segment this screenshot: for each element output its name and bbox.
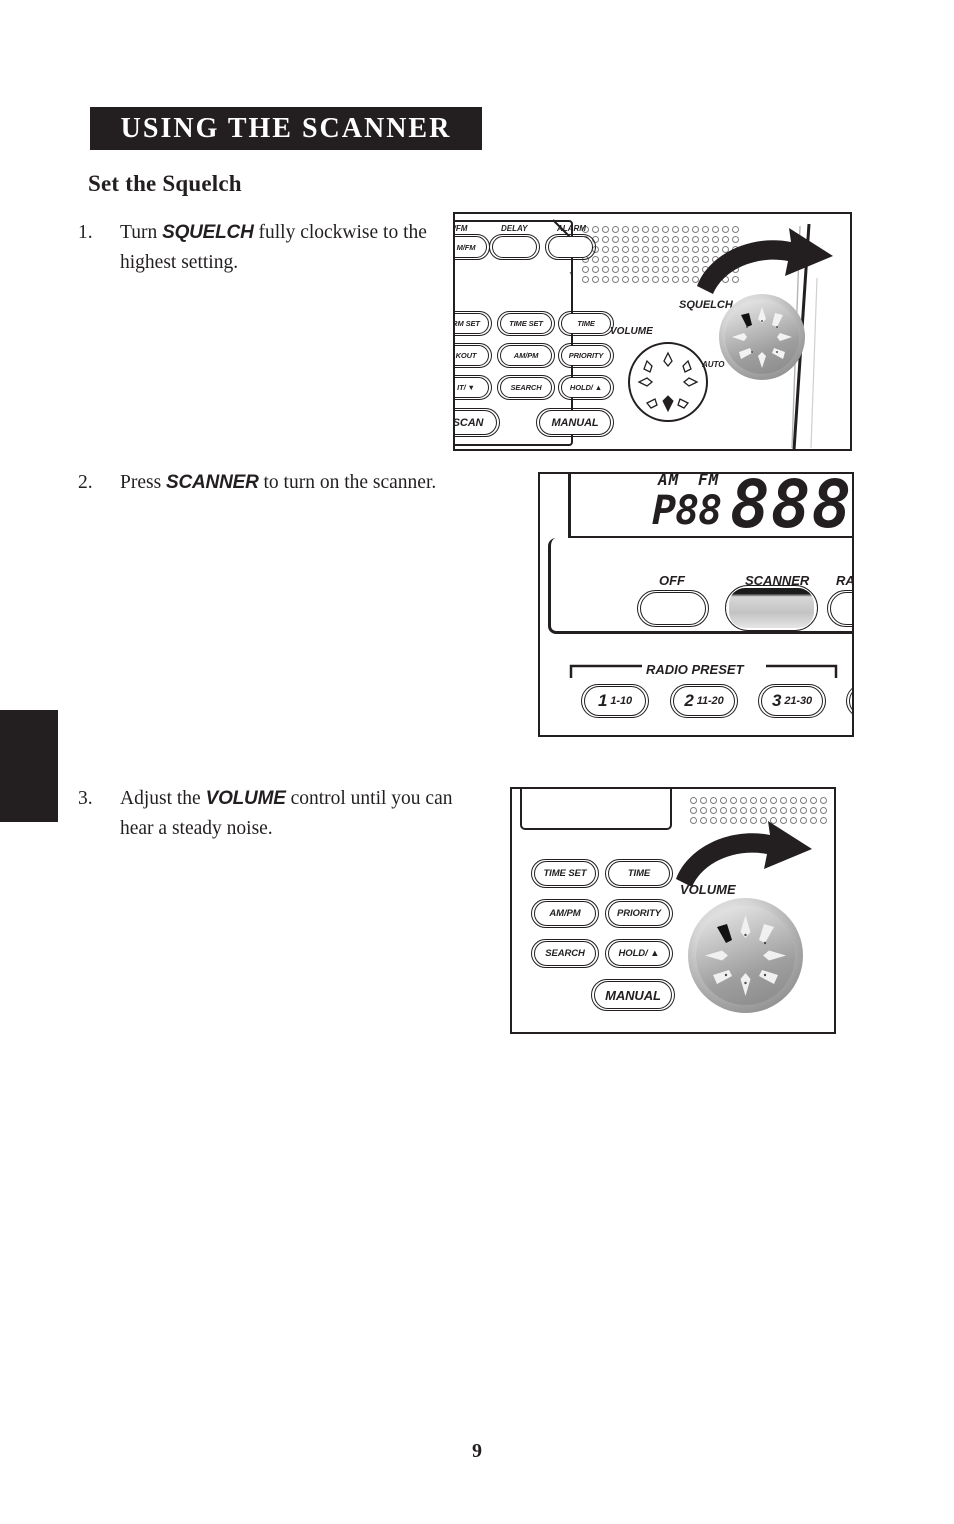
step-1-text: Turn SQUELCH fully clockwise to the high… bbox=[120, 218, 428, 278]
step-2: 2. Press SCANNER to turn on the scanner. bbox=[78, 468, 498, 498]
fig2-preset-1-range: 1-10 bbox=[610, 695, 632, 707]
step-1-keyword: SQUELCH bbox=[162, 222, 254, 243]
step-3-text: Adjust the VOLUME control until you can … bbox=[120, 784, 458, 844]
fig3-button-ampm-label: AM/PM bbox=[549, 908, 581, 919]
fig3-button-time-label: TIME bbox=[627, 868, 651, 879]
step-2-keyword: SCANNER bbox=[166, 472, 259, 493]
fig2-preset-2-range: 11-20 bbox=[696, 695, 724, 707]
fig3-button-hold-up-label: HOLD/ ▲ bbox=[618, 948, 660, 959]
fig1-button-amfm[interactable]: M/FM bbox=[455, 234, 490, 260]
fig2-label-scanner: SCANNER bbox=[745, 573, 810, 588]
fig1-button-limit-down[interactable]: IT/ ▼ bbox=[455, 375, 492, 400]
fig3-clockwise-arrow-icon bbox=[676, 821, 812, 887]
fig1-button-ampm[interactable]: AM/PM bbox=[497, 343, 555, 368]
fig2-lcd-indicator-am: AM bbox=[658, 472, 680, 489]
fig2-preset-2-number: 2 bbox=[684, 691, 694, 710]
fig1-button-scan-label: SCAN bbox=[453, 416, 484, 429]
fig2-preset-bracket bbox=[569, 664, 838, 678]
chapter-title-bar: USING THE SCANNER bbox=[90, 107, 482, 150]
fig1-button-manual-label: MANUAL bbox=[551, 416, 599, 429]
fig1-volume-knob-ticks bbox=[637, 351, 699, 413]
fig1-button-scan[interactable]: SCAN bbox=[453, 408, 500, 437]
fig2-preset-button-2[interactable]: 2 11-20 bbox=[670, 684, 738, 718]
fig1-button-search[interactable]: SEARCH bbox=[497, 375, 555, 400]
step-3-number: 3. bbox=[78, 788, 93, 809]
fig3-button-manual[interactable]: MANUAL bbox=[591, 979, 675, 1011]
fig3-button-search[interactable]: SEARCH bbox=[531, 939, 599, 968]
fig2-lcd-preset-text: P88 bbox=[652, 488, 722, 534]
fig3-volume-knob-ticks bbox=[705, 915, 786, 996]
fig3-button-hold-up[interactable]: HOLD/ ▲ bbox=[605, 939, 673, 968]
fig1-button-time[interactable]: TIME bbox=[558, 311, 614, 336]
step-2-number: 2. bbox=[78, 472, 93, 493]
fig3-button-time-set-label: TIME SET bbox=[543, 868, 587, 879]
fig1-button-amfm-label: M/FM bbox=[456, 242, 476, 252]
fig1-button-time-set[interactable]: TIME SET bbox=[497, 311, 555, 336]
step-2-text: Press SCANNER to turn on the scanner. bbox=[120, 468, 498, 498]
fig1-label-volume: VOLUME bbox=[610, 326, 653, 337]
fig1-button-time-set-label: TIME SET bbox=[509, 319, 543, 328]
fig1-button-time-label: TIME bbox=[577, 319, 595, 328]
fig2-lcd-indicator-fm: FM bbox=[698, 472, 720, 489]
fig2-preset-button-1[interactable]: 1 1-10 bbox=[581, 684, 649, 718]
step-1-number: 1. bbox=[78, 222, 93, 243]
step-2-text-after: to turn on the scanner. bbox=[258, 472, 437, 493]
fig1-button-delay[interactable] bbox=[489, 234, 540, 260]
fig1-label-amfm: M/FM bbox=[453, 224, 468, 233]
step-3-text-before: Adjust the bbox=[120, 788, 206, 809]
fig3-button-time[interactable]: TIME bbox=[605, 859, 673, 888]
fig2-preset-1-number: 1 bbox=[598, 691, 608, 710]
fig2-label-radio: RAD bbox=[836, 573, 854, 588]
fig1-label-alarm: ALARM bbox=[557, 224, 586, 233]
fig2-button-scanner[interactable] bbox=[725, 585, 818, 631]
figure-volume-knob: TIME SET TIME AM/PM PRIORITY SEARCH HOLD… bbox=[510, 787, 836, 1034]
fig2-preset-3-range: 21-30 bbox=[784, 695, 812, 707]
fig2-preset-button-4-partial[interactable] bbox=[846, 684, 852, 718]
thumb-index-tab bbox=[0, 710, 58, 822]
step-1: 1. Turn SQUELCH fully clockwise to the h… bbox=[78, 218, 428, 278]
fig2-preset-button-3[interactable]: 3 21-30 bbox=[758, 684, 826, 718]
manual-page: USING THE SCANNER Set the Squelch 1. Tur… bbox=[0, 0, 954, 1524]
fig2-label-off: OFF bbox=[659, 573, 685, 588]
fig1-button-limit-down-label: IT/ ▼ bbox=[457, 383, 475, 392]
fig3-button-priority[interactable]: PRIORITY bbox=[605, 899, 673, 928]
step-2-text-before: Press bbox=[120, 472, 167, 493]
fig1-button-priority[interactable]: PRIORITY bbox=[558, 343, 614, 368]
fig1-button-lockout[interactable]: KOUT bbox=[455, 343, 492, 368]
fig1-button-search-label: SEARCH bbox=[510, 383, 542, 392]
fig1-clockwise-arrow-icon bbox=[697, 228, 833, 294]
step-1-text-before: Turn bbox=[120, 222, 163, 243]
page-number: 9 bbox=[472, 1440, 482, 1462]
step-3: 3. Adjust the VOLUME control until you c… bbox=[78, 784, 458, 844]
fig3-button-time-set[interactable]: TIME SET bbox=[531, 859, 599, 888]
fig1-button-lockout-label: KOUT bbox=[455, 351, 477, 360]
fig1-button-alarm-set-label: RM SET bbox=[453, 319, 480, 328]
fig1-button-priority-label: PRIORITY bbox=[568, 351, 604, 360]
fig2-lcd-digits: 888 bbox=[730, 472, 853, 543]
fig1-button-hold-up[interactable]: HOLD/ ▲ bbox=[558, 375, 614, 400]
fig1-button-ampm-label: AM/PM bbox=[513, 351, 539, 360]
figure-scanner-button: AM FM P88 888 OFF SCANNER RAD RADIO PRES… bbox=[538, 472, 854, 737]
fig1-label-auto: AUTO bbox=[702, 360, 725, 369]
fig1-label-delay: DELAY bbox=[501, 224, 528, 233]
figure-squelch-knob: M/FM M/FM DELAY ALARM RM SET TIME SET TI… bbox=[453, 212, 852, 451]
fig3-button-priority-label: PRIORITY bbox=[616, 908, 662, 919]
fig1-button-alarm[interactable] bbox=[545, 234, 596, 260]
section-heading: Set the Squelch bbox=[88, 171, 242, 196]
fig3-button-search-label: SEARCH bbox=[545, 948, 585, 959]
fig3-button-manual-label: MANUAL bbox=[605, 987, 661, 1003]
fig1-button-hold-up-label: HOLD/ ▲ bbox=[569, 383, 603, 392]
fig2-preset-3-number: 3 bbox=[772, 691, 782, 710]
step-3-keyword: VOLUME bbox=[205, 788, 286, 809]
fig2-button-off[interactable] bbox=[637, 590, 709, 627]
page-title: USING THE SCANNER bbox=[120, 112, 452, 144]
fig1-button-manual[interactable]: MANUAL bbox=[536, 408, 614, 437]
fig1-squelch-knob-ticks bbox=[732, 307, 792, 368]
fig1-button-alarm-set[interactable]: RM SET bbox=[453, 311, 492, 336]
fig3-button-ampm[interactable]: AM/PM bbox=[531, 899, 599, 928]
fig3-upper-panel bbox=[520, 789, 672, 830]
